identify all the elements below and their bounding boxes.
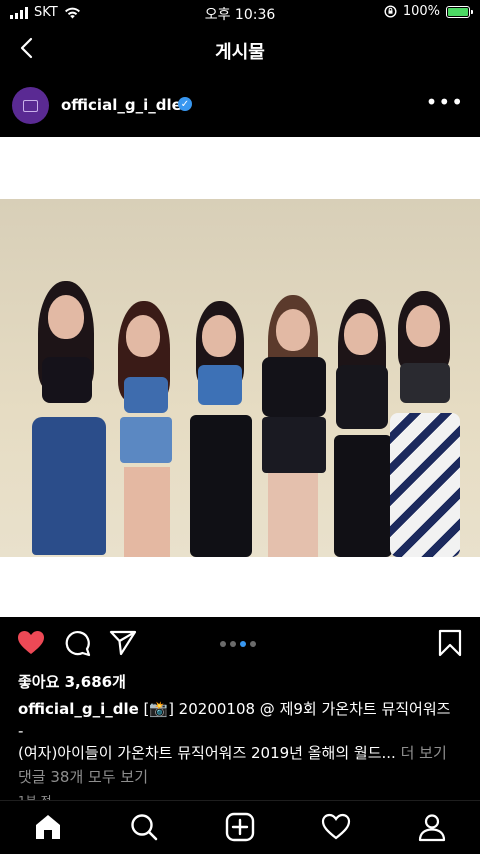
caption-username[interactable]: official_g_i_dle	[18, 700, 139, 718]
post-caption[interactable]: official_g_i_dle [📸] 20200108 @ 제9회 가온차트…	[18, 698, 468, 764]
bottom-tab-bar	[0, 800, 480, 854]
carousel-dot	[230, 641, 236, 647]
carousel-dot	[220, 641, 226, 647]
bookmark-icon[interactable]	[436, 628, 464, 658]
home-icon[interactable]	[32, 811, 64, 843]
likes-count[interactable]: 좋아요 3,686개	[18, 671, 126, 692]
battery-icon	[446, 5, 473, 18]
new-post-icon[interactable]	[224, 811, 256, 843]
avatar[interactable]	[12, 87, 49, 124]
orientation-lock-icon	[384, 5, 397, 18]
activity-heart-icon[interactable]	[320, 811, 352, 843]
profile-icon[interactable]	[416, 811, 448, 843]
ellipsis-icon[interactable]: •••	[426, 92, 464, 112]
status-bar: SKT 오후 10:36 100%	[0, 0, 480, 26]
verified-badge-icon: ✓	[178, 97, 192, 111]
post-username[interactable]: official_g_i_dle	[61, 96, 182, 114]
carousel-dot	[250, 641, 256, 647]
post-header: official_g_i_dle ✓ •••	[0, 76, 480, 136]
view-comments-link[interactable]: 댓글 38개 모두 보기	[18, 766, 148, 787]
share-icon[interactable]	[108, 628, 138, 658]
caption-line-2: -	[18, 722, 24, 740]
logo-icon	[23, 99, 38, 112]
top-nav: 게시물	[0, 26, 480, 74]
post-actions	[0, 624, 480, 664]
battery-percent: 100%	[402, 4, 440, 19]
page-title: 게시물	[215, 42, 265, 63]
post-photo[interactable]	[0, 137, 480, 617]
caption-line-1: [📸] 20200108 @ 제9회 가온차트 뮤직어워즈	[138, 700, 451, 718]
search-icon[interactable]	[128, 811, 160, 843]
carousel-dot	[240, 641, 246, 647]
comment-icon[interactable]	[62, 628, 92, 658]
like-heart-icon[interactable]	[16, 628, 46, 658]
carousel-indicator	[220, 641, 256, 647]
caption-line-3: (여자)아이들이 가온차트 뮤직어워즈 2019년 올해의 월드...	[18, 744, 396, 762]
more-link[interactable]: 더 보기	[401, 744, 447, 762]
